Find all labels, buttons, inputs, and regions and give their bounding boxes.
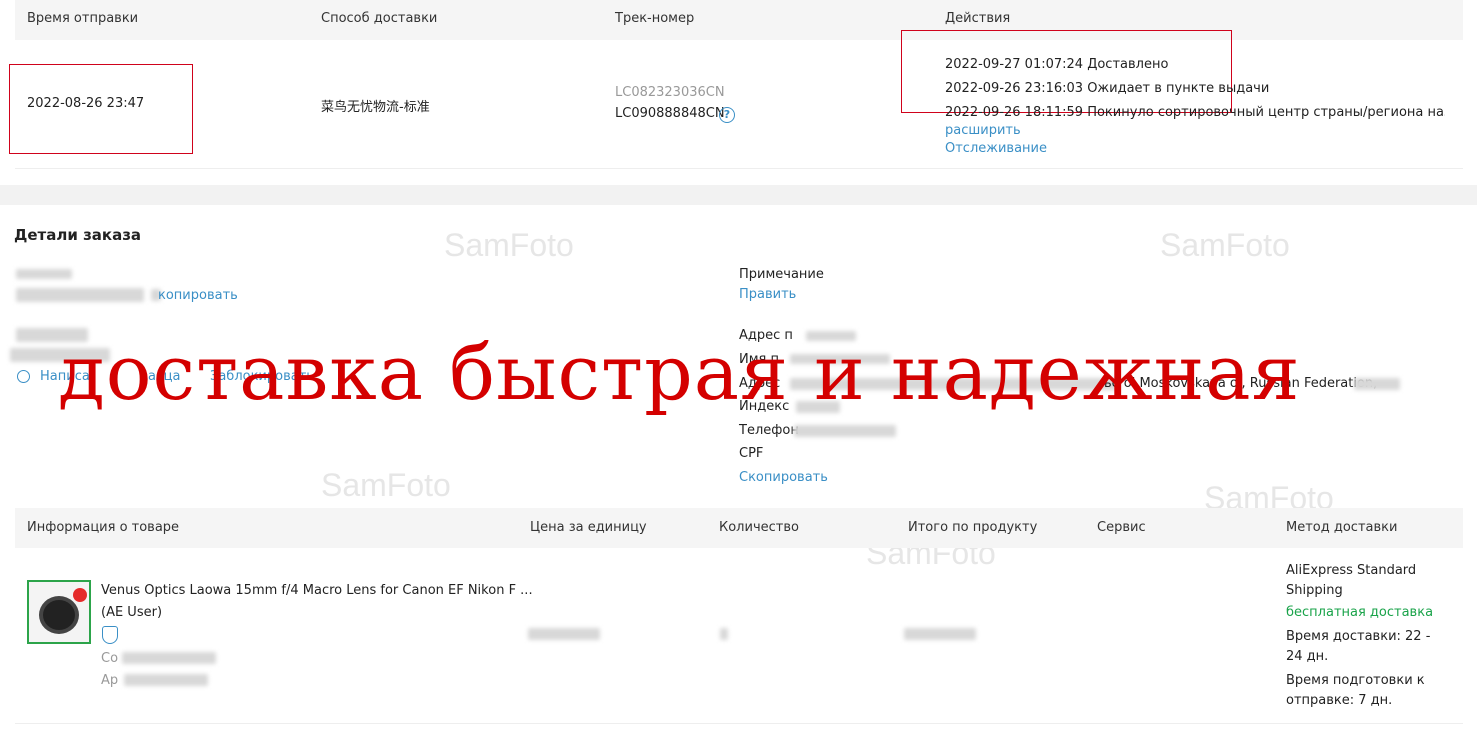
- tracking-new[interactable]: LC090888848CN: [615, 106, 725, 121]
- redacted: [122, 652, 216, 664]
- shield-check-icon: [102, 626, 118, 644]
- copy-address-link[interactable]: Скопировать: [739, 470, 828, 485]
- product-title[interactable]: Venus Optics Laowa 15mm f/4 Macro Lens f…: [101, 583, 533, 598]
- shipping-table-header: [15, 0, 1463, 40]
- watermark: SamFoto: [444, 227, 574, 263]
- edit-note-link[interactable]: Править: [739, 287, 796, 302]
- col-header-unit-price: Цена за единицу: [530, 520, 647, 535]
- col-header-total: Итого по продукту: [908, 520, 1038, 535]
- watermark: SamFoto: [321, 467, 451, 503]
- redacted: [1354, 378, 1400, 390]
- order-details-title: Детали заказа: [14, 226, 142, 244]
- redacted: [16, 288, 144, 302]
- col-header-shipping-method: Метод доставки: [1286, 520, 1398, 535]
- col-header-service: Сервис: [1097, 520, 1146, 535]
- redacted: [16, 269, 72, 279]
- seller-name: (AE User): [101, 605, 163, 620]
- shipping-method-value: AliExpress Standard Shipping: [1286, 563, 1417, 598]
- col-header-product-info: Информация о товаре: [27, 520, 180, 535]
- col-header-quantity: Количество: [719, 520, 799, 535]
- ship-time: 2022-08-26 23:47: [27, 96, 145, 111]
- row-divider: [15, 723, 1463, 724]
- col-header-tracking: Трек-номер: [615, 11, 695, 26]
- event-3: 2022-09-26 18:11:59 Покинуло сортировочн…: [945, 105, 1445, 120]
- help-icon[interactable]: ?: [719, 107, 735, 123]
- tracking-link[interactable]: Отслеживание: [945, 141, 1047, 156]
- row-divider: [15, 168, 1463, 169]
- ship-method: 菜鸟无忧物流-标准: [321, 100, 430, 115]
- sale-badge-icon: [73, 588, 87, 602]
- product-attr-2: Ар: [101, 673, 119, 688]
- chat-icon[interactable]: [17, 370, 30, 383]
- expand-link[interactable]: расширить: [945, 123, 1021, 138]
- col-header-actions: Действия: [945, 11, 1011, 26]
- delivery-time: Время доставки: 22 - 24 дн.: [1286, 629, 1431, 664]
- overlay-caption: доставка быстрая и надежная: [58, 328, 1301, 417]
- cpf-label: CPF: [739, 446, 764, 461]
- col-header-time: Время отправки: [27, 11, 139, 26]
- product-image[interactable]: [27, 580, 91, 644]
- note-label: Примечание: [739, 267, 824, 282]
- phone-label: Телефон: [739, 423, 799, 438]
- event-1: 2022-09-27 01:07:24 Доставлено: [945, 57, 1169, 72]
- redacted: [794, 425, 896, 437]
- product-attr-1: Со: [101, 651, 119, 666]
- free-shipping-label: бесплатная доставка: [1286, 605, 1434, 620]
- col-header-method: Способ доставки: [321, 11, 438, 26]
- watermark: SamFoto: [1160, 227, 1290, 263]
- section-gap: [0, 185, 1477, 205]
- prep-time: Время подготовки к отправке: 7 дн.: [1286, 673, 1425, 708]
- copy-link[interactable]: копировать: [158, 288, 238, 303]
- redacted-quantity: [720, 628, 728, 640]
- redacted: [124, 674, 208, 686]
- event-2: 2022-09-26 23:16:03 Ожидает в пункте выд…: [945, 81, 1270, 96]
- redacted-unit-price: [528, 628, 600, 640]
- tracking-old: LC082323036CN: [615, 85, 725, 100]
- lens-icon: [39, 596, 79, 634]
- redacted-total: [904, 628, 976, 640]
